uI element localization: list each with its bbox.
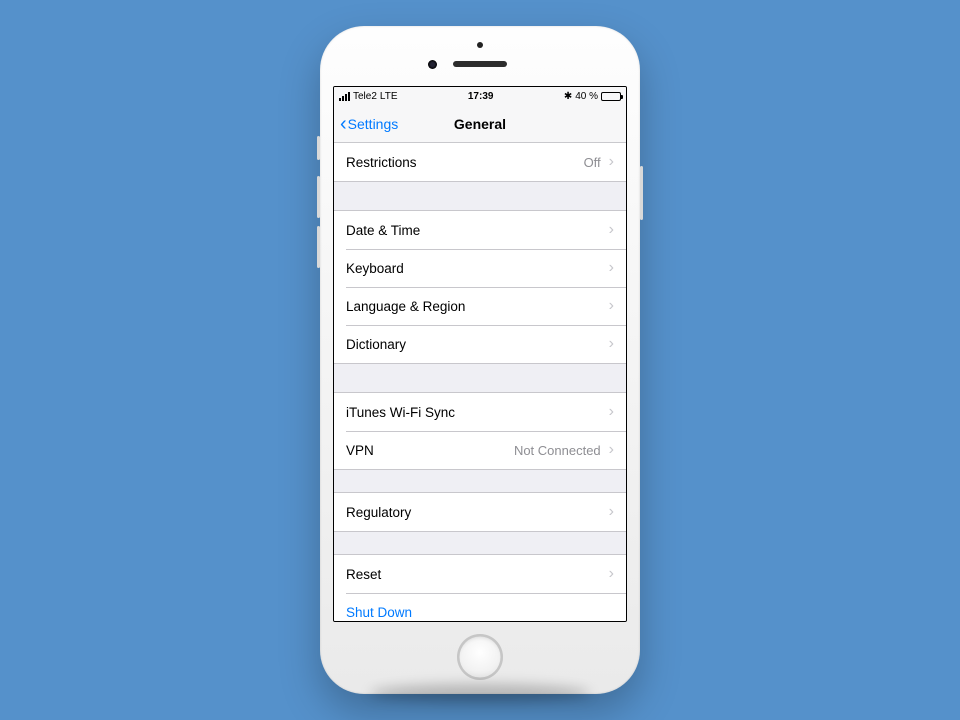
signal-strength-icon: [339, 92, 350, 101]
earpiece-speaker: [453, 61, 507, 67]
row-label: Restrictions: [346, 155, 584, 170]
proximity-sensor: [477, 42, 483, 48]
settings-group: RestrictionsOff ›: [334, 143, 626, 182]
volume-down-button: [317, 226, 320, 268]
row-restrictions[interactable]: RestrictionsOff ›: [334, 143, 626, 181]
settings-list[interactable]: RestrictionsOff›Date & Time›Keyboard›Lan…: [334, 143, 626, 621]
back-button[interactable]: ‹ Settings: [340, 114, 398, 134]
mute-switch: [317, 136, 320, 160]
bluetooth-icon: ✱: [564, 91, 572, 102]
row-label: VPN: [346, 443, 514, 458]
battery-icon: [601, 92, 621, 101]
row-label: Date & Time: [346, 223, 601, 238]
row-keyboard[interactable]: Keyboard ›: [334, 249, 626, 287]
home-button[interactable]: [457, 634, 503, 680]
row-label: Keyboard: [346, 261, 601, 276]
group-separator: [334, 532, 626, 554]
chevron-right-icon: ›: [609, 336, 614, 352]
group-separator: [334, 470, 626, 492]
chevron-right-icon: ›: [609, 260, 614, 276]
front-camera: [428, 60, 437, 69]
chevron-right-icon: ›: [609, 504, 614, 520]
row-shut-down[interactable]: Shut Down: [334, 593, 626, 621]
row-label: Reset: [346, 567, 601, 582]
row-date-time[interactable]: Date & Time ›: [334, 211, 626, 249]
carrier-label: Tele2: [353, 91, 377, 102]
row-value: Not Connected: [514, 443, 601, 458]
clock: 17:39: [468, 91, 494, 102]
settings-group: iTunes Wi-Fi Sync › VPNNot Connected ›: [334, 392, 626, 470]
row-dictionary[interactable]: Dictionary ›: [334, 325, 626, 363]
row-value: Off: [584, 155, 601, 170]
status-bar: Tele2 LTE 17:39 ✱ 40 %: [334, 87, 626, 105]
row-label: Language & Region: [346, 299, 601, 314]
row-label: Dictionary: [346, 337, 601, 352]
phone-frame: Tele2 LTE 17:39 ✱ 40 % ‹ Settings Genera…: [320, 26, 640, 694]
chevron-right-icon: ›: [609, 442, 614, 458]
back-label: Settings: [348, 116, 399, 132]
screen: Tele2 LTE 17:39 ✱ 40 % ‹ Settings Genera…: [333, 86, 627, 622]
chevron-right-icon: ›: [609, 154, 614, 170]
settings-group: Reset › Shut Down: [334, 554, 626, 621]
battery-percent: 40 %: [575, 91, 598, 102]
chevron-right-icon: ›: [609, 222, 614, 238]
settings-group: Regulatory ›: [334, 492, 626, 532]
nav-bar: ‹ Settings General: [334, 105, 626, 143]
chevron-left-icon: ‹: [340, 114, 347, 134]
group-separator: [334, 364, 626, 392]
row-label: Regulatory: [346, 505, 601, 520]
row-reset[interactable]: Reset ›: [334, 555, 626, 593]
network-label: LTE: [380, 91, 398, 102]
settings-group: Date & Time›Keyboard›Language & Region›D…: [334, 210, 626, 364]
row-language-region[interactable]: Language & Region ›: [334, 287, 626, 325]
group-separator: [334, 182, 626, 210]
row-regulatory[interactable]: Regulatory ›: [334, 493, 626, 531]
row-label: iTunes Wi-Fi Sync: [346, 405, 601, 420]
row-vpn[interactable]: VPNNot Connected ›: [334, 431, 626, 469]
chevron-right-icon: ›: [609, 404, 614, 420]
volume-up-button: [317, 176, 320, 218]
chevron-right-icon: ›: [609, 298, 614, 314]
chevron-right-icon: ›: [609, 566, 614, 582]
row-label: Shut Down: [346, 605, 614, 620]
power-button: [640, 166, 643, 220]
row-itunes-wi-fi-sync[interactable]: iTunes Wi-Fi Sync ›: [334, 393, 626, 431]
